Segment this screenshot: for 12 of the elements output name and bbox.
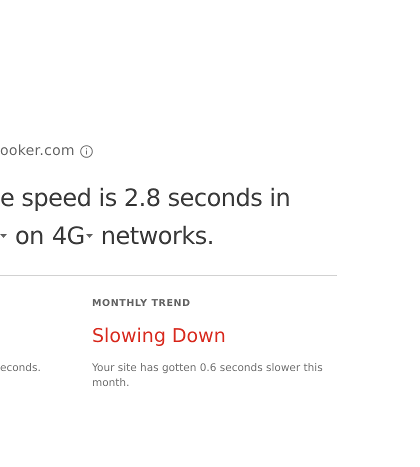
info-icon[interactable] xyxy=(80,144,93,158)
trend-description: Your site has gotten 0.6 seconds slower this month. xyxy=(92,361,324,391)
section-label: MONTHLY TREND xyxy=(92,298,192,311)
network-dropdown[interactable]: 4G xyxy=(52,217,85,255)
description-text: econds. xyxy=(0,361,42,376)
trend-value: Slowing Down xyxy=(92,325,227,349)
headline-text: on xyxy=(15,221,44,252)
site-domain: ooker.com xyxy=(0,143,75,159)
caret-icon xyxy=(0,234,7,238)
headline-text: e speed is 2.8 seconds in xyxy=(0,183,290,214)
headline-text: networks. xyxy=(100,221,214,252)
caret-icon xyxy=(86,234,93,238)
